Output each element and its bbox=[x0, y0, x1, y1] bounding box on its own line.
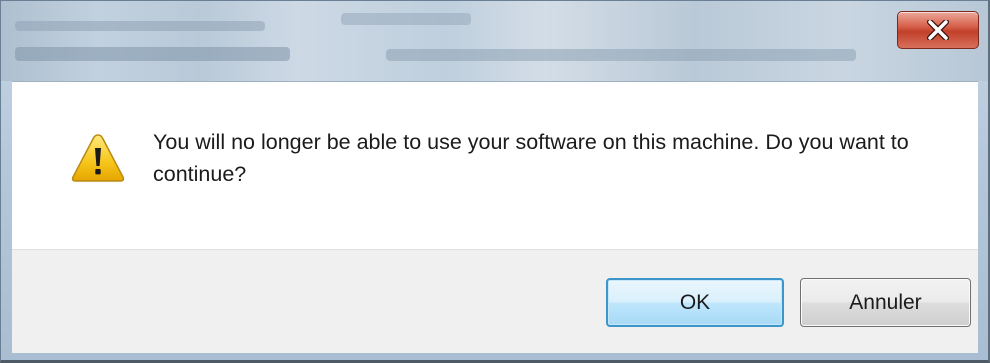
blurred-title-strip bbox=[341, 13, 471, 25]
cancel-button[interactable]: Annuler bbox=[800, 278, 971, 327]
close-button[interactable] bbox=[897, 11, 979, 49]
dialog-content: You will no longer be able to use your s… bbox=[12, 81, 978, 249]
message-dialog-window: You will no longer be able to use your s… bbox=[0, 0, 990, 363]
warning-icon bbox=[71, 134, 125, 182]
title-bar[interactable] bbox=[1, 1, 988, 81]
ok-button[interactable]: OK bbox=[606, 278, 784, 327]
blurred-title-strip bbox=[15, 47, 290, 61]
dialog-button-bar: OK Annuler bbox=[12, 249, 978, 353]
blurred-title-strip bbox=[386, 49, 856, 61]
dialog-message: You will no longer be able to use your s… bbox=[153, 130, 909, 186]
blurred-title-strip bbox=[15, 21, 265, 31]
close-icon bbox=[927, 20, 949, 40]
